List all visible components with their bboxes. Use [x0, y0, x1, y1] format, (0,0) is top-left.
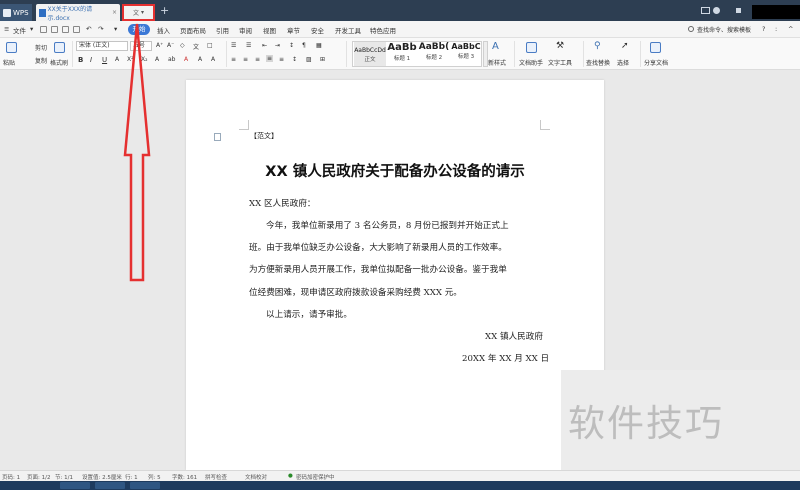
- protect-status[interactable]: 密码加密保护中: [296, 473, 335, 481]
- status-bar: 页码: 1 页面: 1/2 节: 1/1 设置值: 2.5厘米 行: 1 列: …: [0, 470, 800, 481]
- taskbar-item[interactable]: [60, 482, 90, 489]
- status-pages: 页面: 1/2: [27, 475, 51, 481]
- status-setting: 设置值: 2.5厘米: [82, 475, 122, 481]
- spell-check-button[interactable]: 拼写检查: [205, 473, 227, 481]
- shield-icon: ●: [288, 473, 293, 479]
- status-section: 节: 1/1: [55, 475, 73, 481]
- os-taskbar: [0, 481, 800, 490]
- status-col: 列: 5: [148, 475, 161, 481]
- annotation-arrow: [123, 23, 151, 282]
- status-row: 行: 1: [125, 475, 138, 481]
- taskbar-item[interactable]: [95, 482, 125, 489]
- proof-button[interactable]: 文档校对: [245, 473, 267, 481]
- taskbar-item[interactable]: [130, 482, 160, 489]
- status-page-no: 页码: 1: [2, 475, 21, 481]
- up-arrow-icon: [123, 23, 151, 282]
- status-words: 字数: 161: [172, 475, 198, 481]
